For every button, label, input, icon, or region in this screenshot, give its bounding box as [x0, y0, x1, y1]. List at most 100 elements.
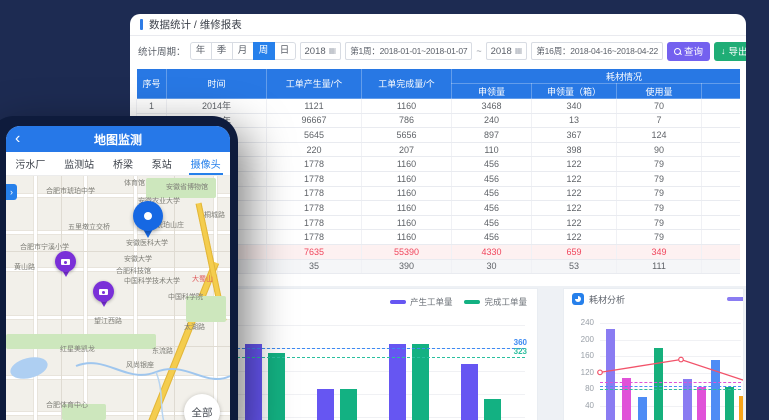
table-cell: 1160	[362, 171, 452, 186]
query-button[interactable]: 查询	[667, 42, 710, 61]
table-cell: 1121	[267, 99, 362, 114]
table-cell: 1778	[267, 157, 362, 172]
legend-pill	[390, 300, 406, 304]
table-cell: 456	[452, 171, 532, 186]
bar-完成工单量	[268, 353, 285, 420]
table-cell: 659	[532, 244, 617, 259]
phone-tab-0[interactable]: 污水厂	[13, 152, 47, 175]
table-cell: 1160	[362, 186, 452, 201]
range-separator: ~	[476, 46, 481, 56]
table-cell: 7635	[267, 244, 362, 259]
table-cell: 111	[617, 259, 702, 274]
end-year-select[interactable]: 2018 ▦	[486, 42, 528, 60]
table-cell: 79	[617, 201, 702, 216]
phone-tab-2[interactable]: 桥梁	[111, 152, 135, 175]
table-cell: 67	[702, 157, 741, 172]
legend-item-0: 产生工单量	[390, 296, 453, 308]
map-place-label: 安徽省博物馆	[166, 182, 208, 192]
table-cell: 122	[532, 201, 617, 216]
table-cell: 1778	[267, 171, 362, 186]
period-option-2[interactable]: 月	[232, 42, 254, 60]
camera-icon	[99, 289, 108, 295]
table-cell: 122	[532, 171, 617, 186]
panel-expand-button[interactable]: ›	[6, 184, 17, 200]
table-cell: 1778	[267, 201, 362, 216]
export-excel-button[interactable]: ↓ 导出Excel	[714, 42, 746, 61]
period-option-1[interactable]: 季	[211, 42, 233, 60]
reference-line-label: 323	[514, 347, 527, 356]
pin-dot	[144, 212, 152, 220]
table-cell: 124	[617, 128, 702, 143]
camera-marker[interactable]	[93, 281, 114, 307]
table-cell: 67	[702, 215, 741, 230]
breadcrumb-accent	[140, 19, 143, 30]
map-place-label: 中国科学技术大学	[124, 276, 180, 286]
camera-icon	[61, 259, 70, 265]
period-option-3[interactable]: 周	[253, 42, 275, 60]
phone-tab-4[interactable]: 摄像头	[189, 152, 223, 175]
bar-完成工单量	[484, 399, 501, 420]
table-cell: 340	[532, 99, 617, 114]
y-tick-label: 160	[568, 351, 594, 360]
period-segmented-control: 年季月周日	[190, 42, 296, 60]
table-cell: 398	[532, 142, 617, 157]
start-week-input[interactable]: 第1周：2018-01-01~2018-01-07	[345, 42, 472, 60]
consumables-chart-header: 耗材分析	[564, 289, 743, 309]
legend-pill	[464, 300, 480, 304]
table-cell: 122	[532, 186, 617, 201]
table-cell: 122	[532, 215, 617, 230]
map-canvas[interactable]: › 全部 体育馆安徽省博物馆合肥市琥珀中学安徽农业大学桐城路五里墩立交桥琥珀山庄…	[6, 176, 230, 420]
map-place-label: 黄山路	[14, 262, 35, 272]
y-tick-label: 200	[568, 335, 594, 344]
camera-marker[interactable]	[55, 251, 76, 277]
table-cell: 456	[452, 186, 532, 201]
period-label: 统计周期：	[138, 44, 186, 58]
back-icon[interactable]: ‹	[15, 127, 20, 151]
table-cell: 122	[532, 230, 617, 245]
period-option-4[interactable]: 日	[274, 42, 296, 60]
table-cell: 1160	[362, 201, 452, 216]
table-cell: 456	[452, 230, 532, 245]
selected-location-pin[interactable]	[133, 201, 163, 238]
table-cell: 67	[702, 171, 741, 186]
col-group-header: 耗材情况	[452, 69, 741, 84]
reference-line-label: 360	[514, 338, 527, 347]
phone-tab-1[interactable]: 监测站	[62, 152, 96, 175]
legend-item-1: 完成工单量	[464, 296, 527, 308]
table-cell: 367	[532, 128, 617, 143]
table-cell: 96667	[267, 113, 362, 128]
map-place-label: 望江西路	[94, 316, 122, 326]
search-icon	[674, 48, 681, 55]
table-cell: 1160	[362, 99, 452, 114]
consumables-chart-title: 耗材分析	[589, 293, 625, 306]
table-cell: 456	[452, 201, 532, 216]
phone-mockup: ‹ 地图监测 污水厂监测站桥梁泵站摄像头	[0, 116, 238, 420]
table-cell: 207	[362, 142, 452, 157]
sub-col-header-3: 金额	[702, 84, 741, 99]
map-place-label: 五里墩立交桥	[68, 222, 110, 232]
table-cell: 79	[617, 230, 702, 245]
table-cell: 1160	[362, 157, 452, 172]
table-cell: 67	[702, 230, 741, 245]
bar-完成工单量	[412, 344, 429, 420]
phone-app-header: ‹ 地图监测	[6, 126, 230, 152]
table-cell: 7	[617, 113, 702, 128]
bar-产生工单量	[317, 389, 334, 420]
map-place-label: 中国科学院	[168, 292, 203, 302]
table-header: 序号时间工单产生量/个工单完成量/个耗材情况申领量申领量（箱）使用量金额	[137, 69, 741, 99]
map-place-label: 桐城路	[204, 210, 225, 220]
phone-tab-3[interactable]: 泵站	[150, 152, 174, 175]
period-option-0[interactable]: 年	[190, 42, 212, 60]
map-place-label: 安徽医科大学	[126, 238, 168, 248]
phone-tab-bar: 污水厂监测站桥梁泵站摄像头	[6, 152, 230, 176]
table-cell: 1160	[362, 230, 452, 245]
gridline	[237, 325, 525, 326]
end-week-input[interactable]: 第16周：2018-04-16~2018-04-22	[531, 42, 663, 60]
col-header-1: 时间	[167, 69, 267, 99]
start-year-select[interactable]: 2018 ▦	[300, 42, 342, 60]
map-place-label: 风尚银座	[126, 360, 154, 370]
work-order-bar-chart: 360323	[237, 313, 525, 420]
calendar-icon: ▦	[515, 47, 523, 55]
table-cell: 140	[702, 259, 741, 274]
table-cell: 79	[617, 186, 702, 201]
